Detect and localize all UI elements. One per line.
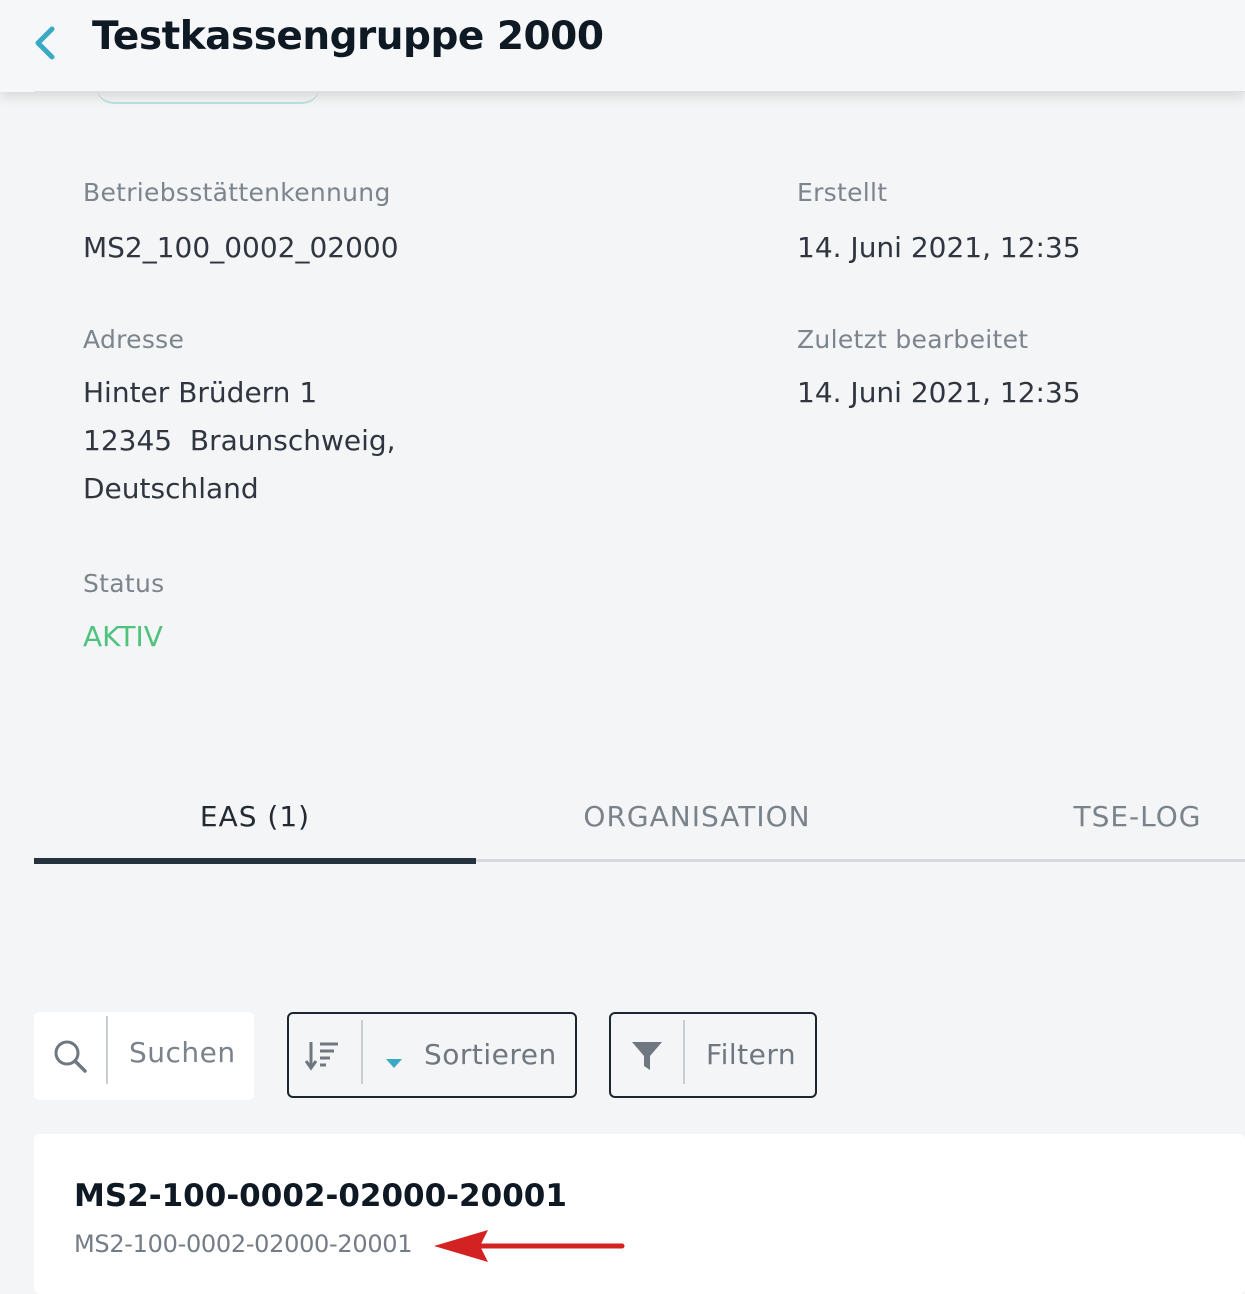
- status-value: AKTIV: [83, 620, 163, 653]
- sort-label: Sortieren: [424, 1038, 557, 1071]
- erstellt-label: Erstellt: [797, 178, 888, 207]
- header-divider: [34, 91, 1245, 92]
- filter-icon: [632, 1042, 662, 1070]
- chevron-left-icon[interactable]: [30, 24, 60, 62]
- search-input[interactable]: Suchen: [34, 1012, 254, 1100]
- page-header: Testkassengruppe 2000: [0, 0, 1245, 92]
- filter-divider: [683, 1020, 685, 1084]
- filter-label: Filtern: [706, 1038, 797, 1071]
- adresse-line-3: Deutschland: [83, 472, 259, 505]
- search-divider: [106, 1016, 108, 1084]
- status-label: Status: [83, 569, 165, 598]
- list-item-subtitle: MS2-100-0002-02000-20001: [74, 1230, 413, 1258]
- sort-button[interactable]: Sortieren: [287, 1012, 577, 1098]
- red-arrow-icon: [434, 1230, 625, 1262]
- erstellt-value: 14. Juni 2021, 12:35: [797, 231, 1081, 264]
- page-title: Testkassengruppe 2000: [92, 14, 604, 59]
- list-item[interactable]: MS2-100-0002-02000-20001 MS2-100-0002-02…: [34, 1134, 1245, 1294]
- tab-tse-log[interactable]: TSE-LOG: [1030, 800, 1245, 850]
- betriebsstaette-label: Betriebsstättenkennung: [83, 178, 391, 207]
- betriebsstaette-value: MS2_100_0002_02000: [83, 231, 399, 264]
- caret-down-icon: [386, 1059, 402, 1068]
- adresse-line-1: Hinter Brüdern 1: [83, 376, 318, 409]
- zuletzt-bearbeitet-label: Zuletzt bearbeitet: [797, 325, 1029, 354]
- tab-eas[interactable]: EAS (1): [34, 800, 476, 850]
- filter-button[interactable]: Filtern: [609, 1012, 817, 1098]
- sort-divider: [361, 1020, 363, 1084]
- search-icon: [54, 1040, 87, 1073]
- zuletzt-bearbeitet-value: 14. Juni 2021, 12:35: [797, 376, 1081, 409]
- adresse-label: Adresse: [83, 325, 185, 354]
- sort-icon: [305, 1042, 338, 1071]
- tab-organisation[interactable]: ORGANISATION: [476, 800, 918, 850]
- active-tab-indicator: [34, 858, 476, 864]
- list-item-title: MS2-100-0002-02000-20001: [74, 1178, 567, 1214]
- adresse-line-2: 12345 Braunschweig,: [83, 424, 396, 457]
- search-placeholder: Suchen: [129, 1036, 236, 1069]
